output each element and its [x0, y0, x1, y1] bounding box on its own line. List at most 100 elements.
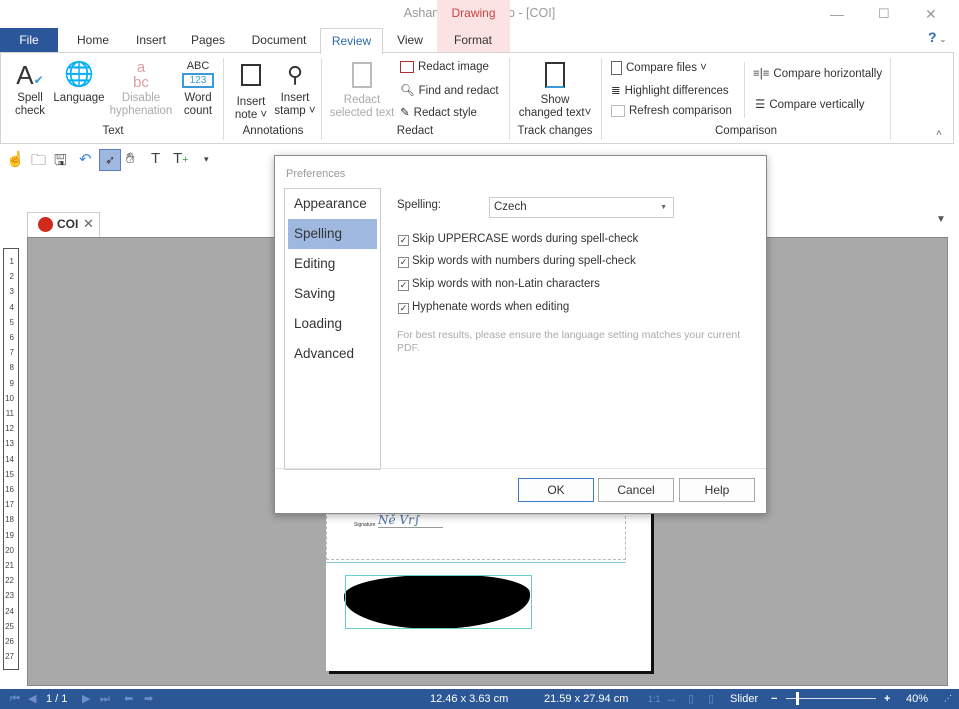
label: Highlight differences [624, 85, 729, 97]
nav-appearance[interactable]: Appearance [288, 189, 377, 219]
fit-page-icon[interactable]: ▯ [688, 689, 694, 709]
forward-icon[interactable]: ➡ [144, 689, 153, 709]
two-page-icon[interactable]: ▯ [708, 689, 714, 709]
tab-home[interactable]: Home [68, 28, 118, 53]
page-indicator[interactable]: 1 / 1 [46, 689, 67, 709]
disable-hyphenation-button[interactable]: a bc Disable hyphenation [106, 60, 176, 118]
highlight-differences-button[interactable]: ≣ Highlight differences [611, 83, 729, 97]
label: Refresh comparison [629, 105, 732, 118]
ruler-tick-label: 27 [5, 652, 14, 662]
resize-grip-icon[interactable]: ⋰ [944, 689, 952, 709]
note-icon [230, 64, 272, 96]
close-tab-icon[interactable]: ✕ [83, 216, 94, 232]
open-folder-icon[interactable]: 🗀 [31, 150, 46, 175]
word-count-button[interactable]: ABC 123 Word count [178, 60, 218, 118]
back-icon[interactable]: ⬅ [124, 689, 133, 709]
compare-vertically-button[interactable]: ☰ Compare vertically [755, 97, 865, 111]
ruler-tick-label: 16 [5, 485, 14, 494]
minimize-button[interactable]: — [830, 6, 844, 22]
cancel-button[interactable]: Cancel [598, 478, 674, 502]
zoom-percent: 40% [906, 693, 929, 705]
spell-check-button[interactable]: A✔ Spell check [10, 60, 50, 118]
insert-note-button[interactable]: Insert note ˅ [230, 60, 272, 122]
chevron-down-icon: ▼ [660, 204, 667, 211]
zoom-slider[interactable] [786, 692, 876, 705]
selection-box[interactable] [345, 575, 532, 629]
zoom-out-icon[interactable]: − [771, 689, 777, 709]
nav-saving[interactable]: Saving [288, 279, 377, 309]
label: selected text [329, 107, 395, 119]
tab-review[interactable]: Review [320, 28, 383, 54]
stamp-icon: ⚲ [286, 62, 304, 87]
insert-stamp-button[interactable]: ⚲ Insert stamp ˅ [274, 60, 316, 118]
label: Compare files [626, 62, 697, 75]
highlight-icon: ≣ [611, 85, 621, 97]
ok-button[interactable]: OK [518, 478, 594, 502]
add-text-tool-icon[interactable]: T+ [173, 150, 189, 167]
zoom-mode[interactable]: Slider [730, 689, 758, 709]
find-and-redact-button[interactable]: 🔍︎ Find and redact [400, 83, 499, 97]
label: Insert [236, 96, 266, 108]
abc-text: ABC [186, 60, 210, 72]
next-page-icon[interactable]: ▶ [82, 689, 90, 709]
nav-editing[interactable]: Editing [288, 249, 377, 279]
select-tool-icon[interactable]: ➶ [99, 149, 121, 171]
nav-advanced[interactable]: Advanced [288, 339, 377, 369]
nav-loading[interactable]: Loading [288, 309, 377, 339]
help-button[interactable]: ? ⌄ [928, 29, 947, 45]
checkbox[interactable]: ✓ [398, 280, 409, 291]
language-button[interactable]: 🌐 Language [52, 60, 106, 105]
checkbox[interactable]: ✓ [398, 257, 409, 268]
first-page-icon[interactable]: ⏮ [10, 689, 20, 709]
save-icon[interactable]: 🖫 [54, 150, 67, 175]
label: Skip words with non-Latin characters [412, 278, 600, 290]
group-label-annotations: Annotations [242, 125, 304, 137]
nav-spelling[interactable]: Spelling [288, 219, 377, 249]
ruler-tick-label: 6 [9, 333, 14, 342]
checkbox[interactable]: ✓ [398, 235, 409, 246]
undo-icon[interactable]: ↶ [79, 150, 92, 168]
tab-insert[interactable]: Insert [126, 28, 176, 53]
pointer-hand-icon[interactable]: ☝ [6, 150, 25, 168]
tab-list-dropdown-icon[interactable]: ▼ [936, 214, 946, 225]
tab-format[interactable]: Format [440, 28, 506, 53]
show-changed-text-button[interactable]: Show changed text˅ [514, 60, 596, 120]
checkbox[interactable]: ✓ [398, 303, 409, 314]
spelling-language-select[interactable]: Czech ▼ [489, 197, 674, 218]
tab-pages[interactable]: Pages [184, 28, 232, 53]
option-hyphenate[interactable]: ✓ Hyphenate words when editing [398, 301, 569, 314]
label: stamp ˅ [274, 105, 316, 117]
prev-page-icon[interactable]: ◀ [28, 689, 36, 709]
label: Find and redact [418, 85, 499, 97]
collapse-ribbon-icon[interactable]: ˄ [936, 128, 942, 139]
maximize-button[interactable]: ☐ [878, 6, 890, 22]
help-dialog-button[interactable]: Help [679, 478, 755, 502]
redact-style-button[interactable]: ✎ Redact style [400, 105, 477, 119]
refresh-comparison-button[interactable]: Refresh comparison [611, 105, 732, 117]
app-logo-icon [38, 217, 53, 232]
document-tab[interactable]: COI ✕ [27, 212, 100, 237]
zoom-slider-handle[interactable] [796, 692, 799, 705]
text-tool-icon[interactable]: T [151, 150, 160, 167]
redact-image-button[interactable]: Redact image [400, 61, 489, 73]
option-skip-non-latin[interactable]: ✓ Skip words with non-Latin characters [398, 278, 600, 291]
option-skip-uppercase[interactable]: ✓ Skip UPPERCASE words during spell-check [398, 233, 638, 246]
zoom-in-icon[interactable]: + [884, 689, 890, 709]
tab-view[interactable]: View [390, 28, 430, 53]
hand-tool-icon[interactable]: ✋︎ [126, 150, 135, 167]
compare-horizontally-button[interactable]: ≡|≡ Compare horizontally [753, 68, 882, 80]
ruler-tick-label: 13 [5, 439, 14, 449]
option-skip-numbers[interactable]: ✓ Skip words with numbers during spell-ch… [398, 255, 636, 268]
close-button[interactable]: ✕ [925, 6, 937, 23]
redact-selected-text-button[interactable]: Redact selected text [326, 60, 398, 120]
last-page-icon[interactable]: ⏭ [100, 689, 110, 709]
compare-files-button[interactable]: Compare files ˅ [611, 61, 707, 75]
tab-document[interactable]: Document [244, 28, 314, 53]
fit-width-icon[interactable]: ↔ [666, 689, 677, 709]
customize-toolbar-icon[interactable]: ▾ [204, 154, 209, 165]
tab-file[interactable]: File [0, 28, 58, 53]
label: Compare vertically [769, 99, 865, 111]
signature-label: Signature [354, 522, 376, 528]
actual-size-icon[interactable]: 1:1 [648, 689, 661, 709]
label: hyphenation [109, 105, 173, 117]
